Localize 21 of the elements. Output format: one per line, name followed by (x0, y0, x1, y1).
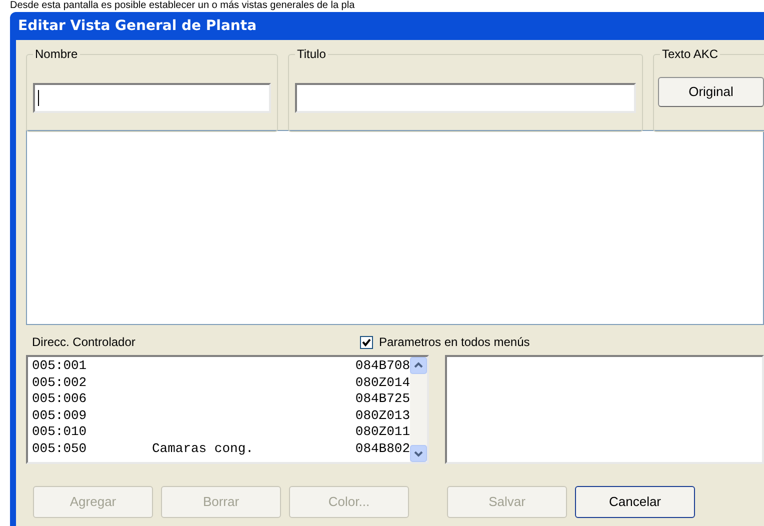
original-button[interactable]: Original (658, 77, 764, 107)
list-row[interactable]: 005:010 080Z011 (32, 424, 410, 440)
group-label: Nombre (33, 47, 80, 61)
list-row[interactable]: 005:002 080Z014 (32, 374, 410, 391)
checkbox-label: Parametros en todos menús (379, 334, 530, 351)
list-row[interactable]: 005:001 084B708 (32, 358, 410, 374)
caption-text: Desde esta pantalla es posible establecer un o más vistas generales de la pla (10, 0, 355, 12)
window-title: Editar Vista General de Planta (18, 16, 257, 36)
controller-label: Direcc. Controlador (32, 334, 136, 351)
scroll-down-icon[interactable] (410, 445, 427, 462)
text-field[interactable] (33, 83, 271, 113)
text-field[interactable] (295, 83, 636, 113)
list-row[interactable]: 005:050 Camaras cong. 084B802 (32, 440, 410, 457)
group-label: Texto AKC (660, 47, 720, 61)
list-row[interactable]: 005:006 084B725 (32, 391, 410, 408)
scrollbar[interactable] (410, 357, 427, 462)
scroll-up-icon[interactable] (410, 357, 427, 374)
list-row[interactable]: 005:009 080Z013 (32, 408, 410, 424)
checkbox[interactable] (360, 336, 373, 348)
group-label: Titulo (295, 47, 328, 61)
dialog-button[interactable]: Cancelar (575, 486, 695, 518)
